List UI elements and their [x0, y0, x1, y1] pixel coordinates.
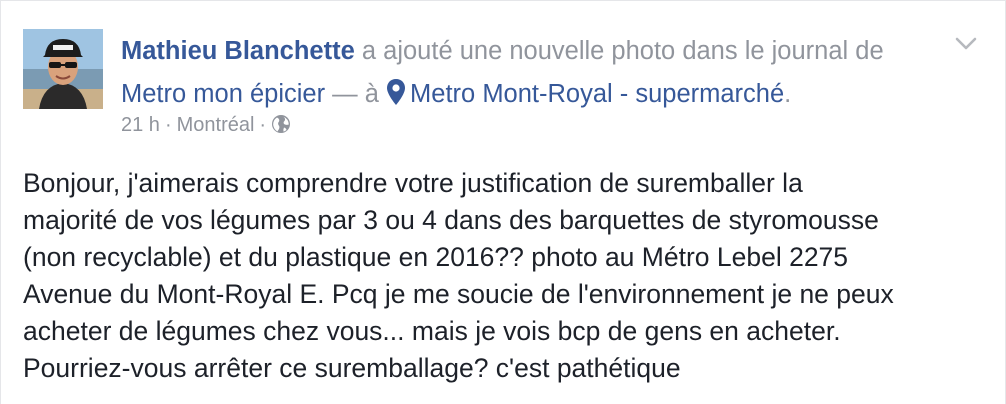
avatar[interactable] [23, 29, 103, 109]
globe-icon[interactable] [271, 114, 291, 134]
page-name-link[interactable]: Metro mon épicier [121, 80, 325, 108]
at-text: — à [332, 80, 379, 108]
post-card: Mathieu Blanchette a ajouté une nouvelle… [0, 0, 1006, 404]
author-name-link[interactable]: Mathieu Blanchette [121, 37, 355, 65]
avatar-image [23, 29, 103, 109]
map-pin-icon [387, 79, 406, 105]
chevron-down-icon[interactable] [955, 37, 977, 51]
location-period: . [784, 80, 792, 108]
city-label[interactable]: Montréal [177, 114, 255, 136]
action-text: a ajouté une nouvelle photo dans le jour… [361, 37, 884, 65]
post-header: Mathieu Blanchette a ajouté une nouvelle… [121, 30, 951, 116]
meta-separator: · [259, 114, 267, 136]
post-meta: 21 h · Montréal · [121, 111, 291, 139]
post-message: Bonjour, j'aimerais comprendre votre jus… [23, 168, 894, 383]
meta-separator: · [164, 114, 172, 136]
timestamp-link[interactable]: 21 h [121, 114, 160, 136]
location-link[interactable]: Metro Mont-Royal - supermarché [410, 80, 784, 108]
